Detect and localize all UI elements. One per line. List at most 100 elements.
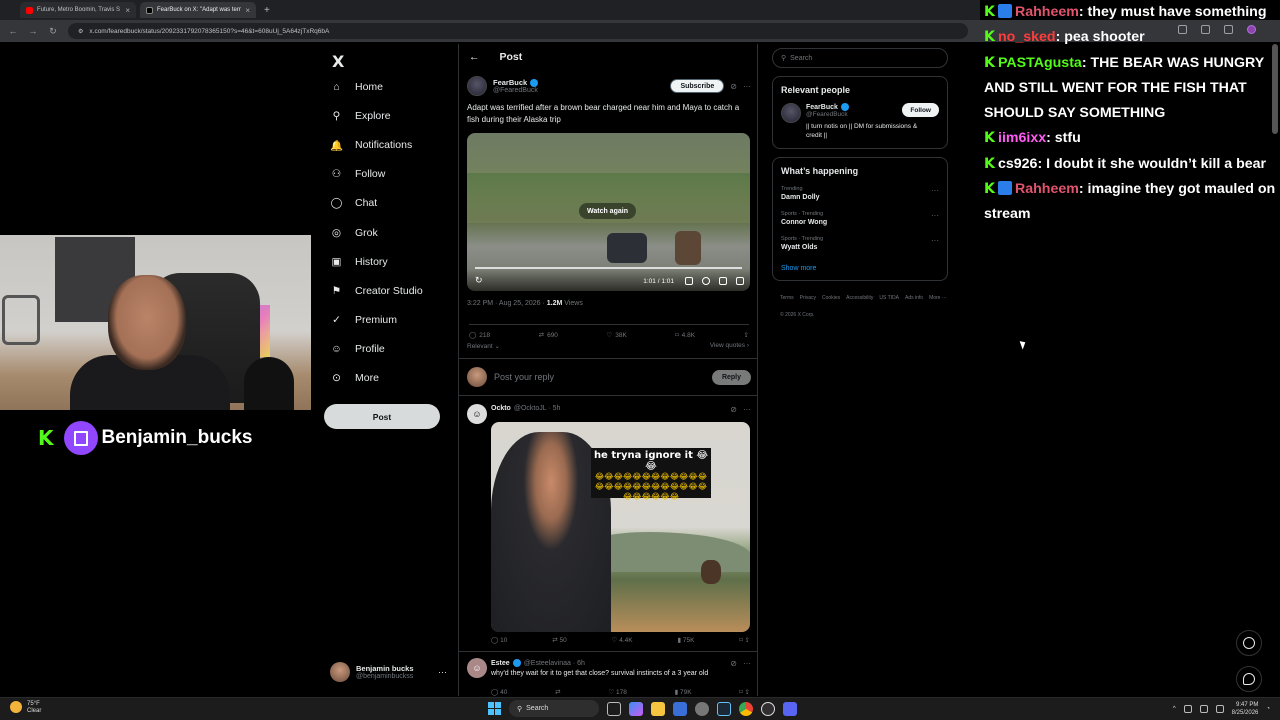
nav-item-premium[interactable]: ✓ Premium [330,310,397,330]
person-name[interactable]: FearBuck [806,104,838,111]
reply-post[interactable]: ☺ Estee @Esteelavinaa · 6h ⊘ ··· why'd th… [459,654,757,696]
browser-tab-youtube[interactable]: Future, Metro Boomin, Travis S × [20,2,136,18]
tab-close-icon[interactable]: × [245,6,250,15]
grok-icon[interactable]: ⊘ [730,82,737,91]
chat-username[interactable]: Rahheem [1015,4,1079,20]
messages-floating-button[interactable] [1236,666,1262,692]
avatar[interactable] [781,103,801,123]
chat-username[interactable]: cs926 [998,156,1037,172]
subscribe-button[interactable]: Subscribe [670,79,725,93]
grok-icon[interactable]: ⊘ [730,659,737,668]
author-name[interactable]: FearBuck [493,78,527,87]
tab-close-icon[interactable]: × [125,6,130,15]
watch-again-button[interactable]: Watch again [579,203,636,219]
reply-post[interactable]: ☺ Ockto @OcktoJL · 5h ⊘ ··· he tryna igno… [459,400,757,652]
trend-item[interactable]: Sports · Trending Wyatt Olds ··· [781,236,939,251]
footer-link[interactable]: More ··· [929,293,947,304]
nav-item-home[interactable]: ⌂ Home [330,77,383,97]
back-arrow-icon[interactable]: ← [469,51,480,63]
avatar[interactable]: ☺ [467,658,487,678]
discord-icon[interactable] [783,701,797,716]
avatar[interactable]: ☺ [467,404,487,424]
notification-bell-icon[interactable]: ◔ [1266,706,1270,712]
nav-item-creator-studio[interactable]: ⚑ Creator Studio [330,281,423,301]
nav-item-chat[interactable]: ◯ Chat [330,193,378,213]
reply-author-name[interactable]: Ockto [491,405,511,412]
back-arrow-icon[interactable]: ← [8,26,18,36]
like-action[interactable]: ♡ 178 [608,688,627,696]
site-info-icon[interactable]: ⚙ [78,28,83,35]
url-field[interactable]: ⚙ x.com/fearedbuck/status/20923317920783… [68,23,968,39]
nav-item-explore[interactable]: ⚲ Explore [330,106,391,126]
relevant-person[interactable]: FearBuck @FearedBuck || turn notis on ||… [781,103,939,140]
taskbar-search[interactable]: ⚲ Search [509,700,599,717]
chrome-icon[interactable] [739,701,753,716]
replay-icon[interactable]: ↻ [475,275,483,286]
copilot-icon[interactable] [629,701,643,716]
author-handle[interactable]: @FearedBuck [493,87,538,94]
view-quotes-link[interactable]: View quotes › [710,342,749,350]
chat-username[interactable]: Rahheem [1015,181,1079,197]
clock[interactable]: 9:47 PM 8/25/2026 [1232,701,1259,717]
grok-floating-button[interactable] [1236,630,1262,656]
footer-link[interactable]: © 2026 X Corp. [780,310,815,321]
nav-item-follow[interactable]: ⚇ Follow [330,164,386,184]
more-icon[interactable]: ··· [931,236,939,245]
store-icon[interactable] [673,701,687,716]
chat-username[interactable]: no_sked [998,29,1056,45]
video-player[interactable]: Watch again ↻ 1:01 / 1:01 [467,133,750,291]
reply-author-handle[interactable]: @OcktoJL · 5h [514,405,561,412]
repost-action[interactable]: ⇄ 690 [539,331,558,340]
show-more-link[interactable]: Show more [781,265,939,272]
more-icon[interactable]: ··· [743,659,751,668]
settings-icon[interactable] [695,701,709,716]
reply-author-handle[interactable]: @Esteelavinaa · 6h [524,660,585,667]
reply-action[interactable]: ◯ 40 [491,688,507,696]
like-action[interactable]: ♡ 38K [606,331,626,340]
more-icon[interactable]: ··· [743,82,751,91]
nav-item-more[interactable]: ⊙ More [330,368,379,388]
fullscreen-icon[interactable] [736,277,744,285]
repost-action[interactable]: ⇄ [555,688,560,696]
footer-link[interactable]: Accessibility [846,293,873,304]
chevron-up-icon[interactable]: ^ [1173,706,1176,712]
video-progress-bar[interactable] [475,267,742,269]
steam-icon[interactable] [717,701,731,716]
nav-item-notifications[interactable]: 🔔 Notifications [330,135,412,155]
footer-link[interactable]: Cookies [822,293,840,304]
weather-widget[interactable]: 75°F Clear [10,701,41,715]
nav-item-history[interactable]: ▣ History [330,252,388,272]
more-icon[interactable]: ··· [743,405,751,414]
network-icon[interactable] [1183,705,1192,713]
volume-icon[interactable] [1199,705,1208,713]
page-scrollbar[interactable] [1272,44,1278,134]
bookmark-icon[interactable]: ⌑ ⇪ [739,636,750,644]
account-switcher[interactable]: Benjamin bucks @benjaminbuckss ··· [330,662,447,682]
bookmark-icon[interactable]: ⌑ ⇪ [739,688,750,696]
trend-item[interactable]: Trending Damn Dolly ··· [781,186,939,201]
reply-author-name[interactable]: Estee [491,660,510,667]
follow-button[interactable]: Follow [902,103,939,117]
new-tab-button[interactable]: + [260,5,270,16]
footer-link[interactable]: Ads info [905,293,923,304]
chat-username[interactable]: iim6ixx [998,130,1046,146]
avatar[interactable] [467,76,487,96]
picture-in-picture-icon[interactable] [719,277,727,285]
sort-dropdown[interactable]: Relevant ⌄ [467,342,500,350]
obs-icon[interactable] [761,701,775,716]
reload-icon[interactable]: ↻ [48,26,58,37]
nav-item-grok[interactable]: ◎ Grok [330,223,378,243]
task-view-icon[interactable] [607,701,621,716]
reply-button[interactable]: Reply [711,369,751,385]
bookmark-action[interactable]: ⌑ 4.8K [675,331,695,340]
reply-input[interactable]: Post your reply [494,372,554,382]
settings-icon[interactable] [702,277,710,285]
forward-arrow-icon[interactable]: → [28,26,38,36]
more-icon[interactable]: ··· [931,211,939,220]
grok-icon[interactable]: ⊘ [730,405,737,414]
browser-tab-x[interactable]: FearBuck on X: "Adapt was terr × [140,2,256,18]
views-action[interactable]: ▮ 75K [678,636,695,644]
share-icon[interactable]: ⇪ [744,331,749,339]
battery-icon[interactable] [1215,705,1224,713]
reply-action[interactable]: ◯ 10 [491,636,507,644]
